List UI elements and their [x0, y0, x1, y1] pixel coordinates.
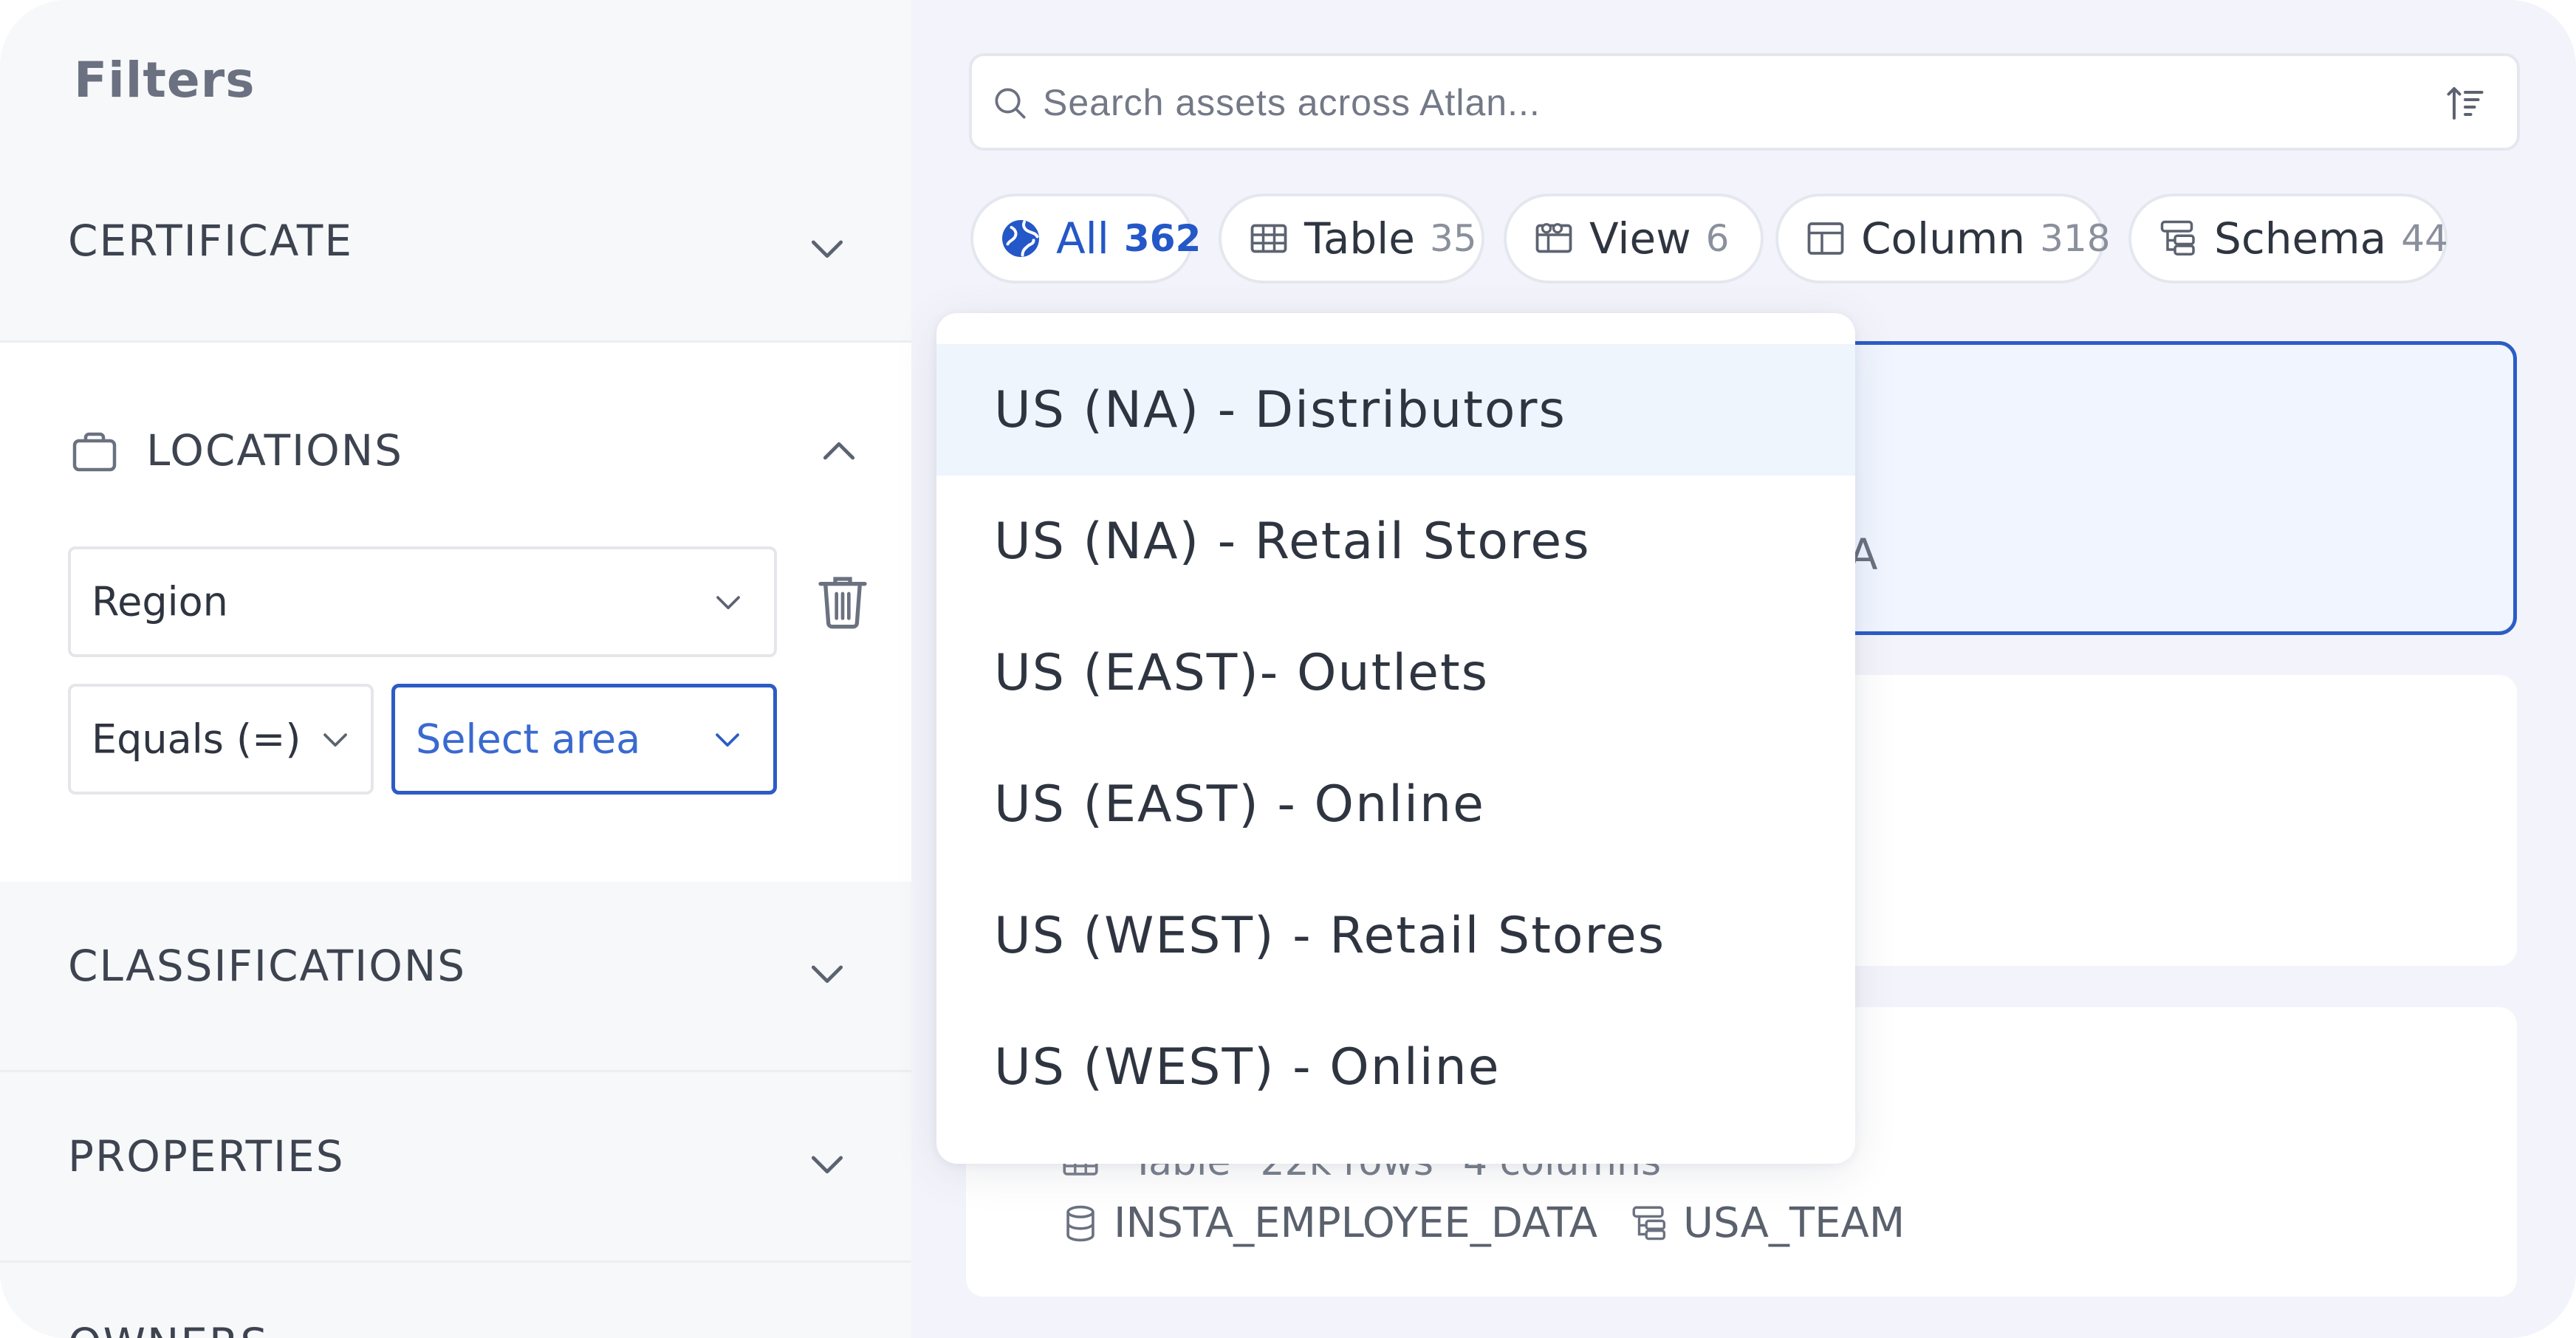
tab-schema-count: 44 [2401, 217, 2448, 260]
classifications-label: CLASSIFICATIONS [68, 941, 467, 991]
tab-column[interactable]: Column 318 [1775, 193, 2111, 284]
certificate-label: CERTIFICATE [68, 216, 353, 266]
schema-icon [2157, 216, 2201, 261]
tab-schema[interactable]: Schema 44 [2128, 193, 2448, 284]
tab-view[interactable]: View 6 [1504, 193, 1764, 284]
tab-table[interactable]: Table 35 [1219, 193, 1484, 284]
operator-select-value: Equals (=) [92, 716, 301, 763]
chevron-down-icon[interactable] [804, 1140, 851, 1187]
dropdown-option[interactable]: US (NA) - Retail Stores [936, 476, 1855, 607]
area-dropdown-menu: US (NA) - Distributors US (NA) - Retail … [936, 313, 1855, 1164]
view-icon [1532, 216, 1576, 261]
chevron-down-icon [315, 718, 356, 760]
classifications-filter-section[interactable]: CLASSIFICATIONS [0, 882, 911, 1072]
table-icon [1247, 216, 1291, 261]
tab-all-count: 362 [1123, 217, 1202, 260]
dropdown-option[interactable]: US (EAST) - Online [936, 738, 1855, 870]
tab-column-label: Column [1861, 213, 2026, 264]
search-icon [990, 83, 1031, 124]
chevron-up-icon[interactable] [815, 428, 863, 476]
chevron-down-icon [708, 581, 749, 622]
locations-filter-section: LOCATIONS Region Equals (=) Select area [0, 343, 911, 882]
region-select[interactable]: Region [68, 546, 777, 657]
filters-title: Filters [74, 52, 256, 109]
dropdown-option[interactable]: US (WEST) - Online [936, 1001, 1855, 1133]
search-input[interactable] [1043, 72, 2409, 133]
tab-table-count: 35 [1429, 217, 1477, 260]
tab-all[interactable]: All 362 [970, 193, 1201, 284]
region-select-value: Region [92, 578, 228, 625]
dropdown-option[interactable]: US (WEST) - Retail Stores [936, 870, 1855, 1001]
filters-sidebar: Filters CERTIFICATE LOCATIONS Region Equ… [0, 0, 911, 1338]
tab-schema-label: Schema [2214, 213, 2387, 264]
properties-filter-section[interactable]: PROPERTIES [0, 1072, 911, 1263]
dropdown-option[interactable]: US (NA) - Distributors [936, 344, 1855, 476]
database-icon [1059, 1202, 1102, 1245]
tab-view-label: View [1589, 213, 1691, 264]
search-bar [969, 53, 2520, 151]
chevron-down-icon[interactable] [804, 224, 851, 272]
owners-filter-section[interactable]: OWNERS [0, 1263, 911, 1338]
tab-table-label: Table [1304, 213, 1415, 264]
certificate-filter-section[interactable]: CERTIFICATE [0, 162, 911, 343]
tab-view-count: 6 [1705, 217, 1730, 260]
sort-icon[interactable] [2443, 81, 2487, 126]
delete-filter-icon[interactable] [815, 572, 870, 631]
schema-icon [1628, 1202, 1671, 1245]
dropdown-option[interactable]: US (EAST)- Outlets [936, 607, 1855, 738]
chevron-down-icon[interactable] [804, 950, 851, 997]
properties-label: PROPERTIES [68, 1131, 345, 1181]
area-select[interactable]: Select area [391, 684, 777, 795]
app-frame: Filters CERTIFICATE LOCATIONS Region Equ… [0, 0, 2576, 1338]
asset-path: INSTA_EMPLOYEE_DATA USA_TEAM [1059, 1199, 1905, 1247]
column-icon [1803, 216, 1848, 261]
tab-column-count: 318 [2040, 217, 2111, 260]
chevron-down-icon [707, 718, 748, 760]
operator-select[interactable]: Equals (=) [68, 684, 374, 795]
locations-label: LOCATIONS [146, 425, 403, 476]
owners-label: OWNERS [68, 1319, 269, 1338]
globe-icon [998, 216, 1043, 261]
briefcase-icon [68, 425, 121, 478]
area-select-placeholder: Select area [416, 716, 641, 763]
database-name[interactable]: INSTA_EMPLOYEE_DATA [1114, 1199, 1597, 1247]
tab-all-label: All [1056, 213, 1109, 264]
schema-name[interactable]: USA_TEAM [1683, 1199, 1905, 1247]
